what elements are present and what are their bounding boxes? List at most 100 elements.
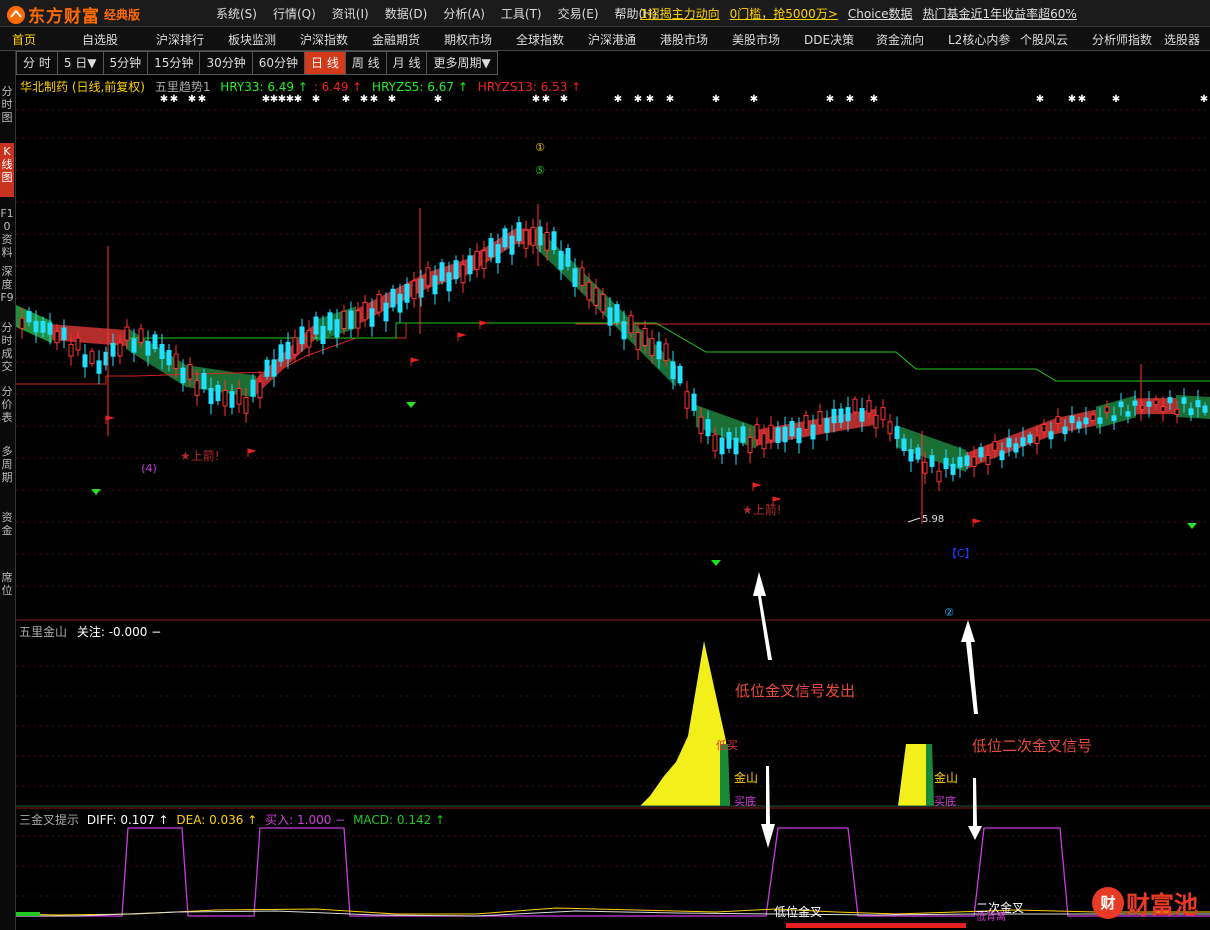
buy-signal-line — [16, 827, 1210, 917]
sidebar-item-kline[interactable]: K线图 — [0, 143, 14, 197]
candle-body — [796, 427, 802, 444]
candle-body — [782, 426, 788, 443]
nav-sector[interactable]: 板块监测 — [228, 31, 276, 48]
candle-body — [509, 235, 515, 255]
menu-quotes[interactable]: 行情(Q) — [273, 5, 316, 22]
menu-tools[interactable]: 工具(T) — [501, 5, 542, 22]
candle-body — [964, 455, 970, 466]
sidebar-item-f9[interactable]: 深度F9 — [0, 265, 14, 304]
candle-body — [761, 433, 767, 450]
candle-body — [747, 436, 753, 454]
tab-30min[interactable]: 30分钟 — [199, 51, 253, 75]
promo-link-fund[interactable]: 热门基金近1年收益率超60% — [923, 5, 1077, 22]
nav-analyst[interactable]: 分析师指数 — [1092, 31, 1152, 48]
sidebar-item-seats[interactable]: 席位 — [0, 571, 14, 597]
nav-global-index[interactable]: 全球指数 — [516, 31, 564, 48]
tab-5day[interactable]: 5 日▼ — [56, 51, 104, 75]
kline-chart-canvas[interactable]: ✱ ✱ ✱ ✱ ✱ ✱ ✱ ✱ ✱ ✱ ✱ ✱ ✱ ✱ ✱ ✱ ✱ ✱ ✱ ✱ ✱ ✱ ✱ ✱ ✱ ✱ ✱ ✱ ✱ ✱ ✱ ✱ ① ⑤ (4)… — [16, 76, 1210, 930]
menu-analysis[interactable]: 分析(A) — [443, 5, 485, 22]
red-flag-icon — [410, 357, 420, 366]
tab-60min[interactable]: 60分钟 — [251, 51, 305, 75]
nav-dde[interactable]: DDE决策 — [804, 31, 854, 48]
tab-more-periods[interactable]: 更多周期▼ — [426, 51, 498, 75]
tab-daily[interactable]: 日 线 — [304, 51, 346, 75]
candle-body — [600, 293, 606, 313]
tab-intraday[interactable]: 分 时 — [16, 51, 58, 75]
nav-l2[interactable]: L2核心内参 — [948, 31, 1010, 48]
nav-options[interactable]: 期权市场 — [444, 31, 492, 48]
star-marker: ✱ — [1036, 94, 1044, 105]
nav-hs-index[interactable]: 沪深指数 — [300, 31, 348, 48]
tab-monthly[interactable]: 月 线 — [385, 51, 428, 75]
candle-body — [376, 294, 382, 313]
candle-body — [124, 326, 130, 341]
candle-body — [229, 391, 235, 408]
nav-us-market[interactable]: 美股市场 — [732, 31, 780, 48]
trend-band-segment — [1056, 409, 1096, 434]
trend-band-segment — [756, 408, 876, 446]
candle-body — [467, 255, 473, 275]
menu-news[interactable]: 资讯(I) — [332, 5, 369, 22]
menu-data[interactable]: 数据(D) — [385, 5, 428, 22]
candle-body — [915, 447, 921, 460]
candle-body — [320, 325, 326, 344]
promo-link-2[interactable]: 0门槛，抢5000万> — [730, 5, 838, 22]
nav-screener[interactable]: 选股器 — [1164, 31, 1200, 48]
sidebar-item-funds[interactable]: 资金 — [0, 511, 14, 537]
nav-hs-rank[interactable]: 沪深排行 — [156, 31, 204, 48]
tab-weekly[interactable]: 周 线 — [344, 51, 387, 75]
top-star-markers: ✱ ✱ ✱ ✱ ✱ ✱ ✱ ✱ ✱ ✱ ✱ ✱ ✱ ✱ ✱ ✱ ✱ ✱ ✱ ✱ ✱ ✱ ✱ ✱ ✱ ✱ ✱ ✱ ✱ ✱ ✱ ✱ — [160, 94, 1208, 105]
nav-watchlist[interactable]: 自选股 — [82, 31, 118, 48]
trend-band-segment — [576, 265, 636, 347]
logo-icon — [7, 5, 25, 24]
promo-link-1[interactable]: 1招揭主力动向 — [640, 5, 720, 22]
nav-stock-cloud[interactable]: 个股风云 — [1020, 31, 1068, 48]
candle-body — [908, 449, 914, 462]
candle-body — [341, 310, 347, 329]
candle-body — [1181, 397, 1187, 404]
menu-system[interactable]: 系统(S) — [216, 5, 257, 22]
left-sidebar: 分时图 K线图 F10资料 深度F9 分时成交 分价表 多周期 资金 席位 — [0, 51, 16, 930]
candle-body — [110, 342, 116, 357]
promo-link-choice[interactable]: Choice数据 — [848, 5, 913, 22]
candle-body — [740, 426, 746, 443]
candle-body — [649, 338, 655, 357]
candle-body — [271, 359, 277, 377]
nav-fin-futures[interactable]: 金融期货 — [372, 31, 420, 48]
candle-body — [691, 393, 697, 411]
tab-5min[interactable]: 5分钟 — [102, 51, 149, 75]
sidebar-item-intraday[interactable]: 分时图 — [0, 85, 14, 124]
candle-body — [943, 457, 949, 470]
nav-fund-flow[interactable]: 资金流向 — [876, 31, 924, 48]
sidebar-item-price-table[interactable]: 分价表 — [0, 385, 14, 424]
tab-15min[interactable]: 15分钟 — [147, 51, 201, 75]
annotation-second-cross: 低位二次金叉信号 — [972, 737, 1093, 755]
candle-body — [159, 344, 165, 360]
indicator1-name[interactable]: 五里金山 — [19, 625, 67, 639]
nav-home[interactable]: 首页 — [12, 31, 36, 48]
star-marker: ✱ — [750, 94, 758, 105]
candle-body — [173, 353, 179, 369]
nav-hk-connect[interactable]: 沪深港通 — [588, 31, 636, 48]
candle-body — [684, 391, 690, 409]
star-marker: ✱ — [1078, 94, 1086, 105]
sidebar-item-f10[interactable]: F10资料 — [0, 207, 14, 259]
candle-body — [929, 455, 935, 467]
candle-body — [446, 272, 452, 292]
wave-mark-2: ② — [944, 606, 954, 619]
up-arrow-label-2: ★上箭! — [742, 502, 782, 517]
sidebar-item-multi-period[interactable]: 多周期 — [0, 445, 14, 484]
indicator2-name[interactable]: 三金叉提示 — [19, 813, 79, 827]
candle-body — [887, 421, 893, 435]
wave-mark-1: ① — [535, 141, 545, 154]
star-marker: ✱ — [532, 94, 540, 105]
menu-trade[interactable]: 交易(E) — [558, 5, 599, 22]
candle-body — [607, 307, 613, 326]
candle-body — [327, 312, 333, 331]
candle-body — [1020, 437, 1026, 447]
sidebar-item-ticks[interactable]: 分时成交 — [0, 321, 14, 373]
nav-hk-market[interactable]: 港股市场 — [660, 31, 708, 48]
candle-body — [1027, 434, 1033, 444]
gold-mountain-green-2 — [926, 744, 934, 806]
candle-body — [250, 379, 256, 397]
